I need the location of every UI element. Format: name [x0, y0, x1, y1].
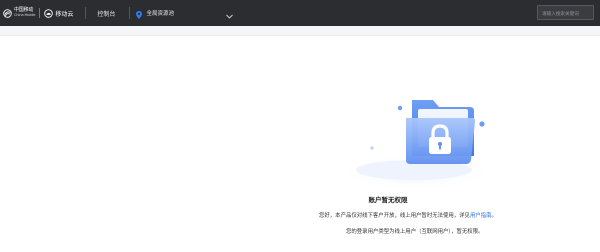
search-input[interactable]: [537, 5, 594, 20]
china-mobile-wordmark: 中国移动 China Mobile: [14, 8, 36, 18]
region-selector[interactable]: 全局资源池: [136, 4, 233, 23]
empty-state-note: 您的登录用户类型为线上用户（互联网用户），暂无权限。: [346, 229, 484, 235]
china-mobile-logo-icon: [3, 8, 12, 18]
top-navigation-bar: 中国移动 China Mobile 移动云 控制台 全局资源池: [0, 0, 600, 26]
secondary-bar: [0, 26, 600, 36]
description-end: 。: [491, 213, 497, 219]
brand-divider: [39, 8, 41, 18]
description-text: 您好，本产品仅对线下客户开放，线上用户暂时无法使用，详见: [319, 213, 470, 219]
brand-en: China Mobile: [14, 13, 36, 18]
cloud-logo-icon: [44, 8, 54, 18]
user-guide-link[interactable]: 用户指南: [470, 213, 492, 219]
nav-divider: [129, 7, 131, 19]
location-pin-icon: [136, 4, 143, 23]
console-link[interactable]: 控制台: [97, 9, 115, 18]
region-label: 全局资源池: [146, 11, 174, 17]
locked-folder-icon: [336, 88, 496, 198]
nav-divider: [85, 7, 87, 19]
empty-state-description: 您好，本产品仅对线下客户开放，线上用户暂时无法使用，详见用户指南。: [319, 211, 497, 219]
chevron-down-icon[interactable]: [226, 4, 233, 23]
empty-state-title: 账户暂无权限: [368, 196, 408, 204]
brand[interactable]: 中国移动 China Mobile 移动云: [0, 0, 73, 26]
product-name: 移动云: [55, 10, 74, 18]
